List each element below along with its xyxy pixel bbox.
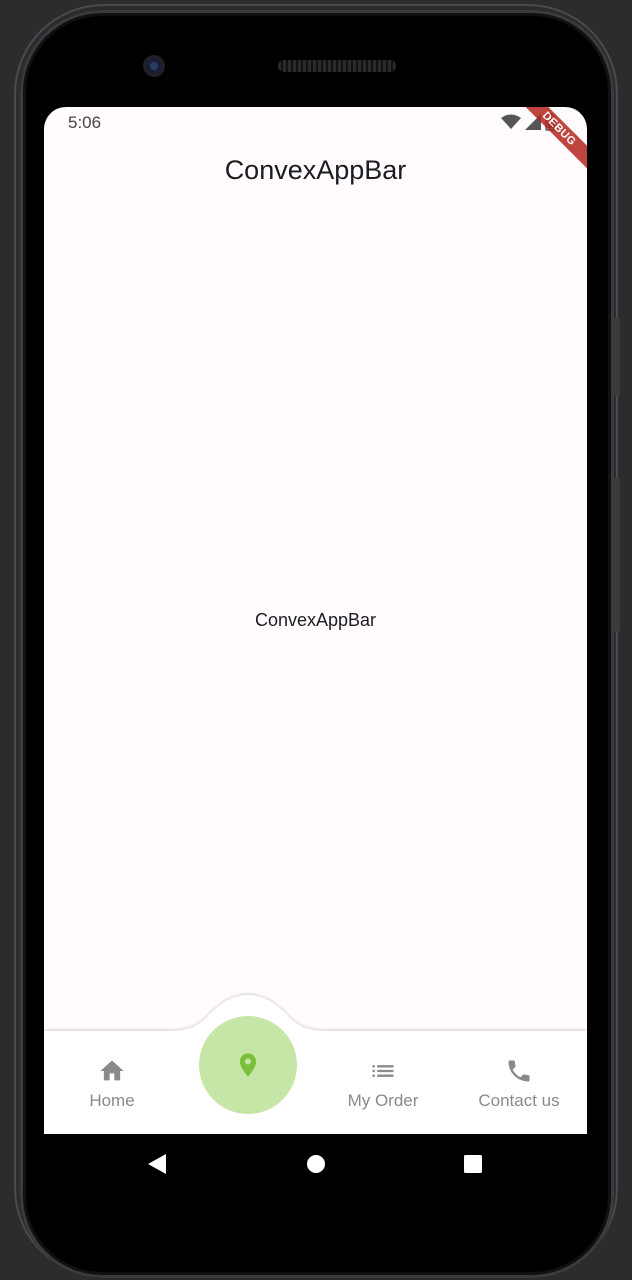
system-navigation-bar xyxy=(44,1134,587,1196)
location-pin-icon xyxy=(239,1053,257,1077)
body-text: ConvexAppBar xyxy=(254,610,377,630)
app-bar-title: ConvexAppBar xyxy=(224,155,407,185)
tab-contact-us[interactable]: Contact us xyxy=(451,1033,587,1113)
tab-my-order-label: My Order xyxy=(347,1091,419,1110)
front-camera xyxy=(145,57,163,75)
list-icon xyxy=(372,1065,394,1077)
back-icon[interactable] xyxy=(146,1152,168,1176)
volume-button xyxy=(614,478,620,632)
app-screen: 5:06 DEBUG ConvexAppBar ConvexAppBar Hom… xyxy=(44,107,587,1134)
tab-home[interactable]: Home xyxy=(44,1033,180,1113)
earpiece-speaker xyxy=(278,60,396,72)
home-icon xyxy=(100,1060,124,1081)
convex-bottom-bar: Home My Order Contact us xyxy=(44,987,587,1134)
power-button xyxy=(614,318,620,396)
status-time: 5:06 xyxy=(68,113,102,132)
wifi-icon xyxy=(501,114,521,129)
phone-icon xyxy=(508,1060,530,1082)
home-circle-icon[interactable] xyxy=(305,1152,327,1176)
tab-home-label: Home xyxy=(89,1091,135,1110)
tab-my-order[interactable]: My Order xyxy=(315,1033,451,1113)
recents-icon[interactable] xyxy=(462,1152,484,1176)
tab-location[interactable] xyxy=(199,1016,297,1114)
status-bar: 5:06 DEBUG xyxy=(44,107,587,178)
tab-contact-us-label: Contact us xyxy=(478,1091,560,1110)
